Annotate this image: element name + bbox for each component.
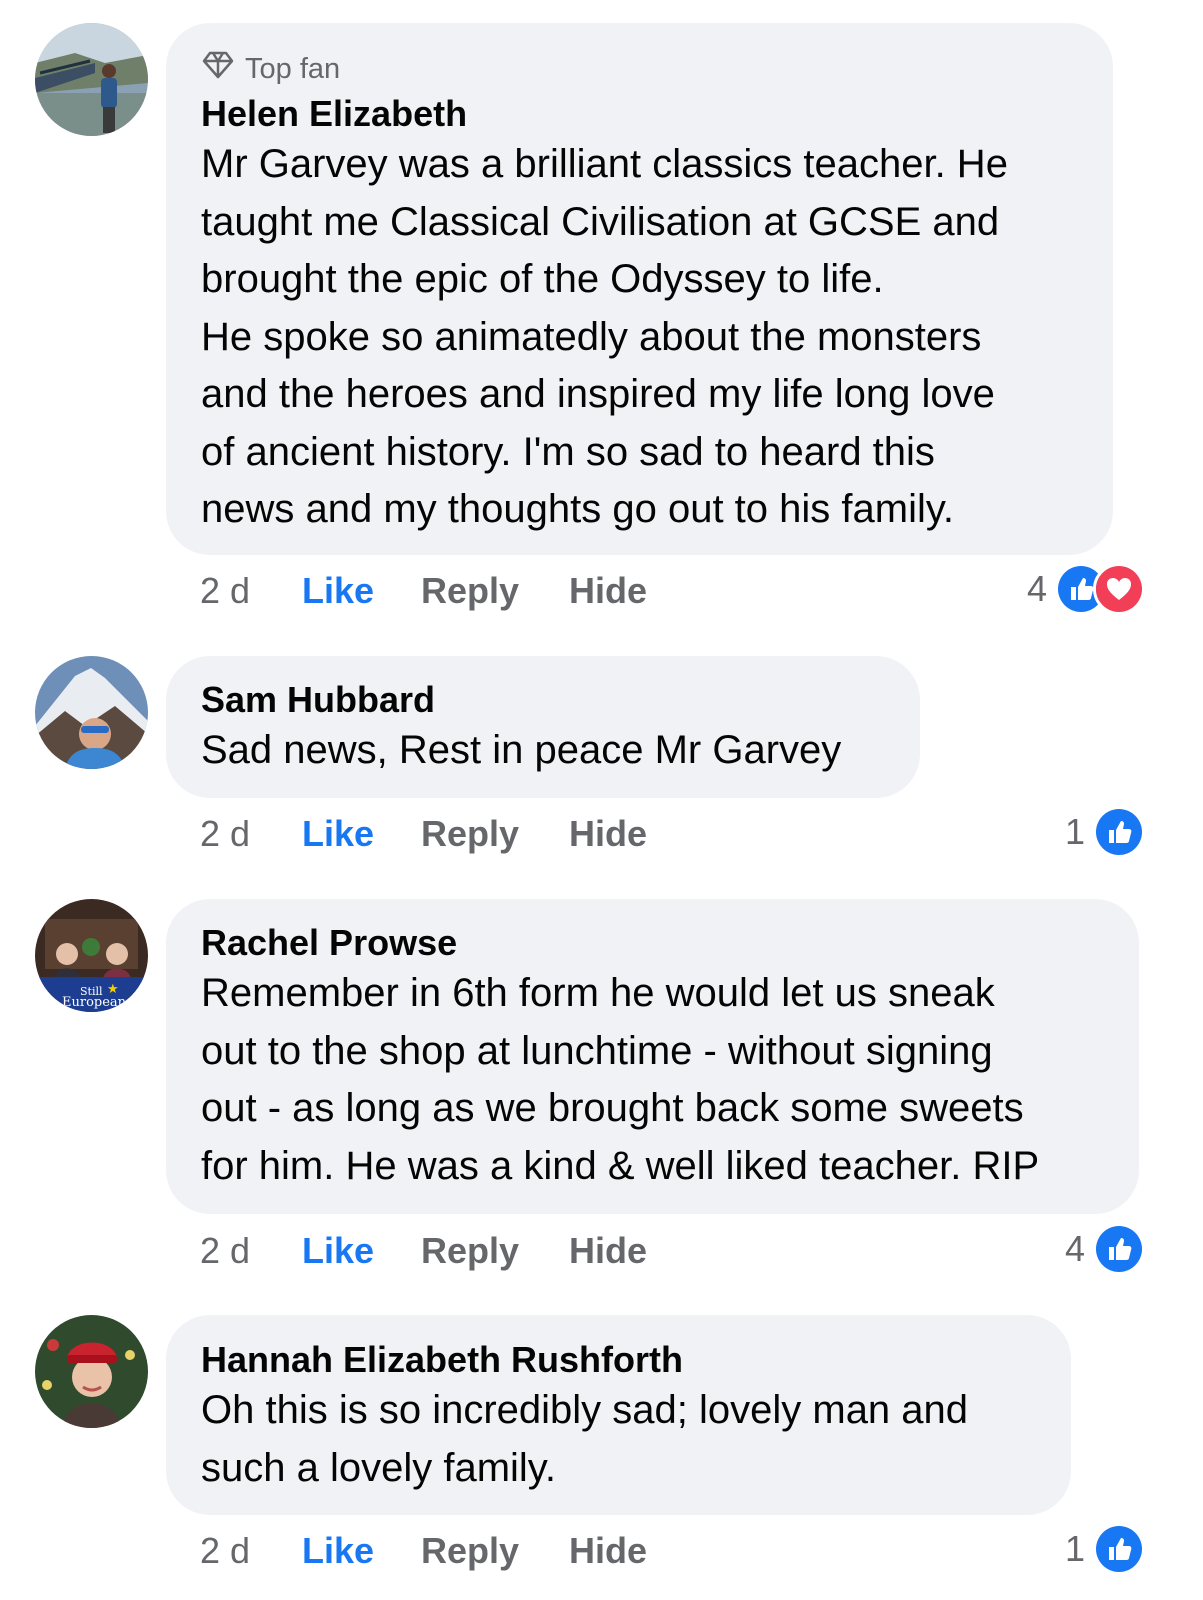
- like-button[interactable]: Like: [302, 1230, 421, 1272]
- reply-button[interactable]: Reply: [421, 570, 569, 612]
- comment-timestamp[interactable]: 2 d: [200, 813, 302, 855]
- diamond-icon: [201, 50, 235, 88]
- avatar[interactable]: Still ★ European: [35, 899, 148, 1012]
- hide-button[interactable]: Hide: [569, 570, 647, 612]
- comment-actions: 2 d Like Reply Hide: [200, 810, 647, 858]
- like-button[interactable]: Like: [302, 813, 421, 855]
- comment-line: Sad news, Rest in peace Mr Garvey: [201, 728, 842, 772]
- reply-button[interactable]: Reply: [421, 1230, 569, 1272]
- comment-line: out - as long as we brought back some sw…: [201, 1086, 1024, 1130]
- like-reaction-icon: [1093, 1523, 1145, 1575]
- comment-line: Oh this is so incredibly sad; lovely man…: [201, 1388, 969, 1432]
- comment-bubble: Top fan Helen Elizabeth Mr Garvey was a …: [166, 23, 1113, 555]
- reaction-count: 1: [1064, 811, 1085, 852]
- comment-author[interactable]: Sam Hubbard: [201, 678, 884, 722]
- comment-line: Remember in 6th form he would let us sne…: [201, 971, 995, 1015]
- comment-line: taught me Classical Civilisation at GCSE…: [201, 199, 1000, 244]
- comment-timestamp[interactable]: 2 d: [200, 1530, 302, 1572]
- reaction-count: 4: [1026, 568, 1047, 609]
- top-fan-badge: Top fan: [201, 49, 1077, 89]
- comment-author[interactable]: Rachel Prowse: [201, 921, 1103, 965]
- like-button[interactable]: Like: [302, 1530, 421, 1572]
- comment-author[interactable]: Hannah Elizabeth Rushforth: [201, 1338, 1035, 1382]
- reactions-summary[interactable]: 1: [1064, 806, 1145, 858]
- comment-line: out to the shop at lunchtime - without s…: [201, 1028, 993, 1073]
- badge-label: Top fan: [245, 52, 341, 85]
- comment-line: news and my thoughts go out to his famil…: [201, 487, 954, 531]
- like-button[interactable]: Like: [302, 570, 421, 612]
- comment-text: Remember in 6th form he would let us sne…: [201, 965, 1103, 1195]
- comment-text: Oh this is so incredibly sad; lovely man…: [201, 1382, 1035, 1497]
- avatar[interactable]: [35, 1315, 148, 1428]
- comment-bubble: Sam Hubbard Sad news, Rest in peace Mr G…: [166, 656, 920, 798]
- avatar[interactable]: [35, 23, 148, 136]
- comment-line: of ancient history. I'm so sad to heard …: [201, 429, 935, 474]
- comment-line: and the heroes and inspired my life long…: [201, 372, 995, 416]
- comment-line: for him. He was a kind & well liked teac…: [201, 1143, 1040, 1188]
- comment-author[interactable]: Helen Elizabeth: [201, 92, 1077, 136]
- svg-text:European: European: [62, 995, 127, 1010]
- avatar[interactable]: [35, 656, 148, 769]
- comment-actions: 2 d Like Reply Hide: [200, 567, 647, 615]
- hide-button[interactable]: Hide: [569, 1530, 647, 1572]
- comment-line: brought the epic of the Odyssey to life.: [201, 257, 884, 301]
- reply-button[interactable]: Reply: [421, 813, 569, 855]
- comment-timestamp[interactable]: 2 d: [200, 570, 302, 612]
- hide-button[interactable]: Hide: [569, 1230, 647, 1272]
- comment-actions: 2 d Like Reply Hide: [200, 1527, 647, 1575]
- comment-text: Sad news, Rest in peace Mr Garvey: [201, 722, 884, 780]
- like-reaction-icon: [1093, 806, 1145, 858]
- comment-bubble: Rachel Prowse Remember in 6th form he wo…: [166, 899, 1139, 1214]
- reaction-count: 1: [1064, 1528, 1085, 1569]
- comment-text: Mr Garvey was a brilliant classics teach…: [201, 136, 1077, 539]
- reactions-summary[interactable]: 4: [1064, 1223, 1145, 1275]
- comment-timestamp[interactable]: 2 d: [200, 1230, 302, 1272]
- love-reaction-icon: [1093, 563, 1145, 615]
- comment-bubble: Hannah Elizabeth Rushforth Oh this is so…: [166, 1315, 1071, 1515]
- hide-button[interactable]: Hide: [569, 813, 647, 855]
- reaction-count: 4: [1064, 1228, 1085, 1269]
- reactions-summary[interactable]: 1: [1064, 1523, 1145, 1575]
- comment-actions: 2 d Like Reply Hide: [200, 1227, 647, 1275]
- reactions-summary[interactable]: 4: [1026, 563, 1145, 615]
- comment-line: He spoke so animatedly about the monster…: [201, 314, 982, 359]
- comment-line: such a lovely family.: [201, 1445, 556, 1490]
- comment-line: Mr Garvey was a brilliant classics teach…: [201, 142, 1008, 186]
- reply-button[interactable]: Reply: [421, 1530, 569, 1572]
- like-reaction-icon: [1093, 1223, 1145, 1275]
